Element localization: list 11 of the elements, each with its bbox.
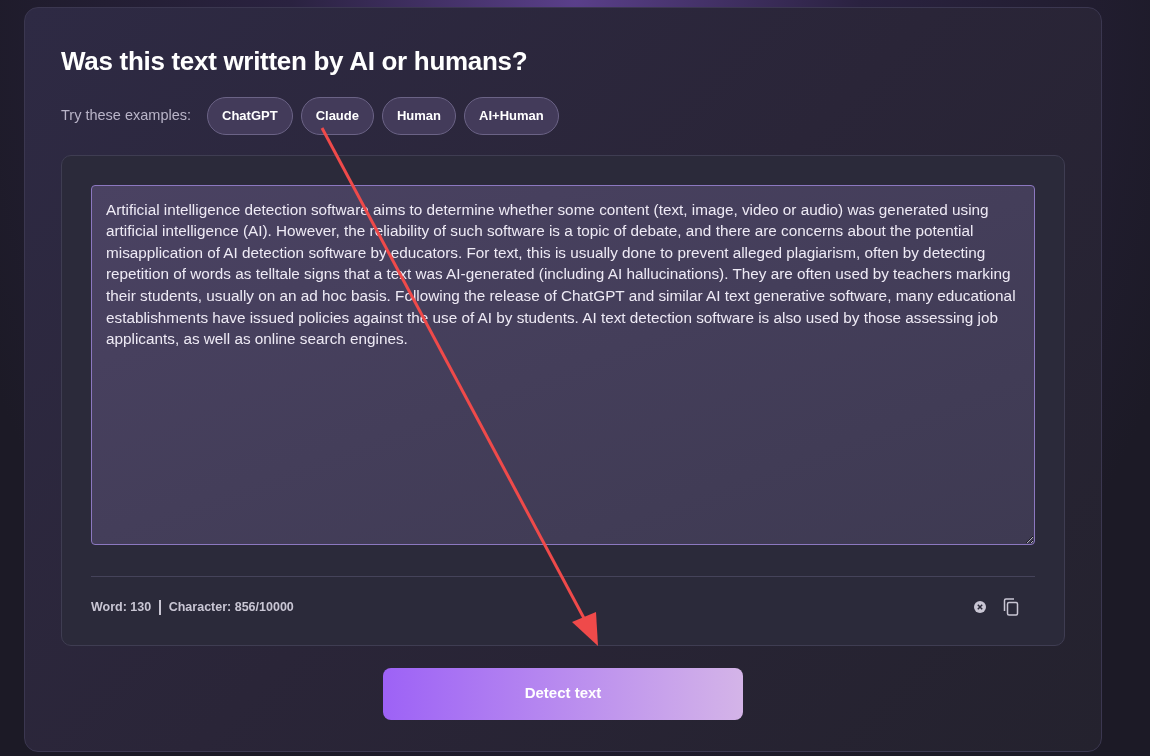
example-chip[interactable]: Claude (300, 97, 374, 135)
page-title: Was this text written by AI or humans? (61, 46, 529, 78)
separator (159, 599, 161, 615)
example-chip[interactable]: AI+Human (464, 97, 559, 135)
character-count: Character: 856/10000 (168, 598, 294, 616)
word-count: Word: 130 (91, 598, 152, 616)
examples-label: Try these examples: (61, 106, 191, 126)
example-chip[interactable]: Human (382, 97, 457, 135)
example-chip[interactable]: ChatGPT (207, 97, 293, 135)
clear-icon[interactable] (973, 600, 987, 615)
copy-icon[interactable] (1003, 598, 1019, 617)
